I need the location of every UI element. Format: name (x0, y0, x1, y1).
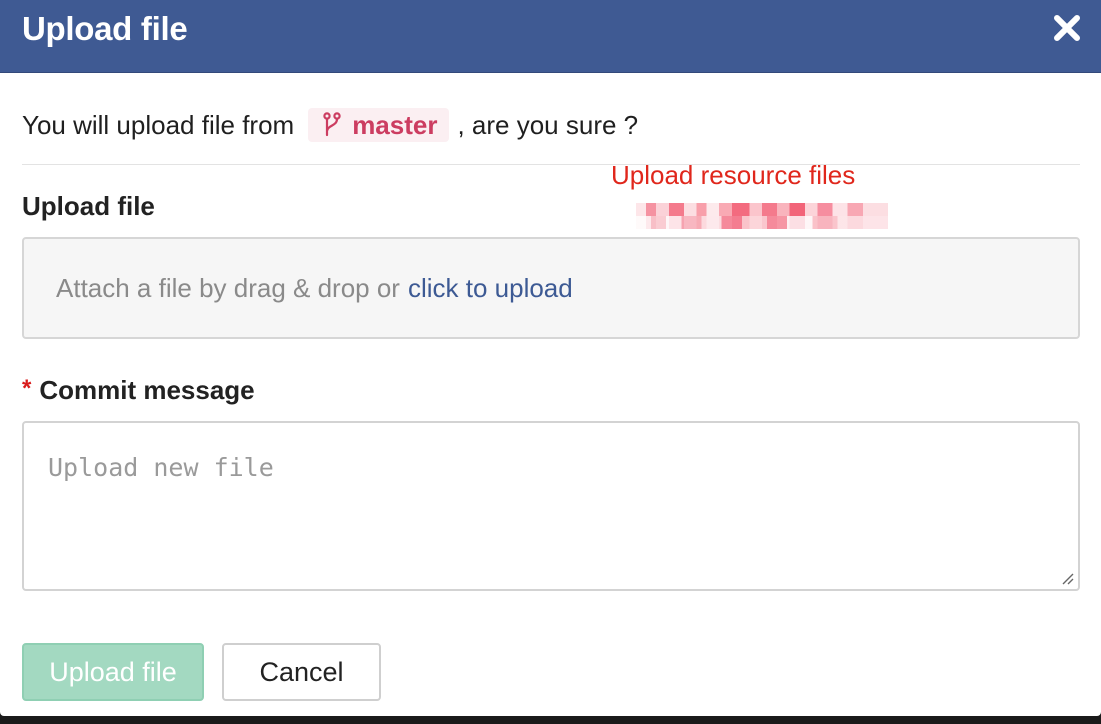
commit-label-text: Commit message (39, 375, 255, 405)
dialog-header: Upload file (0, 0, 1101, 73)
redacted-area (636, 203, 888, 229)
confirm-message: You will upload file from master , are y… (22, 106, 638, 144)
close-icon[interactable] (1053, 14, 1081, 42)
click-to-upload-link[interactable]: click to upload (408, 273, 573, 304)
divider (22, 164, 1080, 165)
commit-message-textarea[interactable]: Upload new file (22, 421, 1080, 591)
upload-file-dialog: Upload file You will upload file from ma… (0, 0, 1101, 716)
commit-message-label: * Commit message (22, 375, 255, 406)
upload-file-label: Upload file (22, 191, 155, 221)
upload-file-button[interactable]: Upload file (22, 643, 204, 701)
dialog-title: Upload file (22, 10, 188, 47)
confirm-suffix: , are you sure ? (457, 109, 639, 140)
annotation-text: Upload resource files (611, 160, 856, 190)
dropzone-text: Attach a file by drag & drop or (56, 272, 400, 303)
git-branch-icon (323, 112, 341, 137)
confirm-prefix: You will upload file from (22, 109, 295, 140)
cancel-button[interactable]: Cancel (222, 643, 381, 701)
branch-badge: master (308, 108, 450, 142)
required-mark: * (22, 375, 32, 402)
file-dropzone[interactable]: Attach a file by drag & drop or click to… (22, 237, 1080, 339)
resize-handle-icon[interactable] (1060, 571, 1074, 585)
branch-name: master (352, 109, 438, 140)
commit-placeholder: Upload new file (48, 453, 274, 482)
